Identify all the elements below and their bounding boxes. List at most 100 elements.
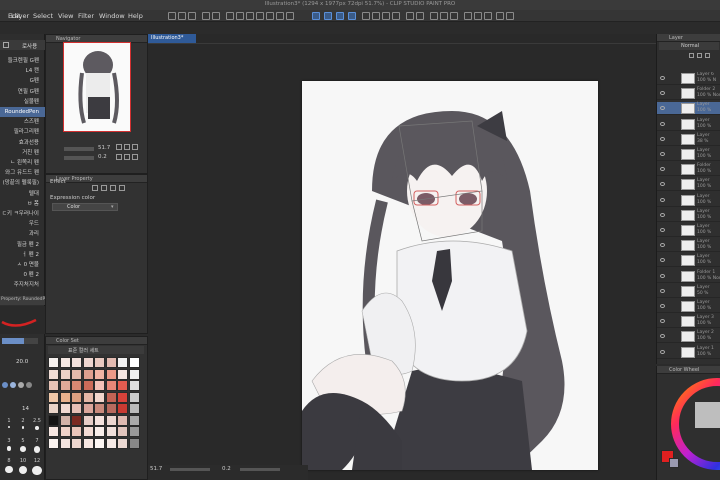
layer-row[interactable]: Layer 6 100 % N [657, 72, 720, 85]
eye-icon[interactable] [660, 182, 665, 187]
eye-icon[interactable] [660, 243, 665, 248]
color-swatch[interactable] [94, 368, 105, 380]
layer-row[interactable]: Layer 50 % [657, 285, 720, 298]
layer-row[interactable]: Layer 1 100 % [657, 346, 720, 359]
effect-icon[interactable] [119, 185, 125, 191]
airbrush-icon[interactable] [382, 12, 390, 20]
layer-row[interactable]: Layer 100 % [657, 300, 720, 313]
color-swatch[interactable] [105, 414, 117, 426]
zoom-in-icon[interactable] [116, 144, 122, 150]
color-swatch[interactable] [117, 357, 128, 368]
rotate-left-icon[interactable] [116, 154, 122, 160]
color-swatch[interactable] [71, 357, 82, 368]
color-swatch[interactable] [48, 426, 59, 437]
settings-icon[interactable] [286, 12, 294, 20]
brush-size-preset[interactable]: 7 [31, 438, 43, 456]
color-swatch[interactable] [105, 380, 117, 391]
clip-icon[interactable] [697, 53, 702, 58]
menu-window[interactable]: Window [99, 12, 125, 20]
save-icon[interactable] [188, 12, 196, 20]
eye-icon[interactable] [660, 76, 665, 80]
dot-icon[interactable] [2, 382, 8, 388]
status-zoom-slider[interactable] [170, 468, 210, 471]
color-swatch[interactable] [117, 437, 128, 449]
color-swatch[interactable] [128, 357, 140, 368]
layer-row[interactable]: Folder 1100 % Normal [657, 270, 720, 283]
menu-select[interactable]: Select [33, 12, 53, 20]
undo-icon[interactable] [202, 12, 210, 20]
color-swatch[interactable] [48, 391, 59, 403]
expression-color-dropdown[interactable]: Color ▾ [52, 203, 118, 211]
layer-row[interactable]: Layer 100 % [657, 194, 720, 207]
color-swatch[interactable] [128, 414, 140, 426]
effect-icon[interactable] [101, 185, 107, 191]
color-swatch[interactable] [105, 357, 117, 368]
rotate-icon[interactable] [450, 12, 458, 20]
eye-icon[interactable] [660, 167, 665, 172]
color-swatch[interactable] [105, 426, 117, 437]
lock-icon[interactable] [689, 53, 694, 58]
zoom-out-icon[interactable] [124, 144, 130, 150]
pen-stabilizer-icon[interactable] [312, 12, 320, 20]
palette-icon[interactable] [506, 12, 514, 20]
eye-icon[interactable] [660, 288, 665, 293]
eye-icon[interactable] [660, 197, 665, 202]
sub-tool-item[interactable]: ㅅ 0 면물 [0, 260, 45, 270]
layer-row[interactable]: Layer 38 % [657, 133, 720, 146]
eye-icon[interactable] [660, 121, 665, 126]
effect-icon[interactable] [92, 185, 98, 191]
sub-tool-item[interactable]: ㅓ 펜 2 [0, 250, 45, 260]
color-swatch[interactable] [71, 368, 82, 380]
color-swatch[interactable] [128, 403, 140, 414]
menu-layer[interactable]: Layer [11, 12, 29, 20]
sub-tool-item[interactable]: 스즈펜 [0, 117, 45, 127]
color-swatch[interactable] [117, 368, 128, 380]
color-swatch[interactable] [59, 357, 71, 368]
eye-icon[interactable] [660, 91, 665, 96]
color-swatch[interactable] [48, 357, 59, 368]
navigator-preview[interactable] [63, 42, 131, 132]
brush-size-preset[interactable]: 8 [3, 458, 15, 476]
eraser-icon[interactable] [372, 12, 380, 20]
pen-group-icon[interactable] [3, 42, 9, 48]
canvas-tab[interactable]: Illustration3* [148, 34, 196, 43]
color-swatch[interactable] [71, 380, 82, 391]
sub-tool-item[interactable]: ㅂ 폼 [0, 199, 45, 209]
brush-size-preset[interactable]: 2 [17, 418, 29, 436]
redo-icon[interactable] [212, 12, 220, 20]
eye-icon[interactable] [660, 273, 665, 278]
sub-tool-item[interactable]: 텔대 [0, 189, 45, 199]
sub-tool-item[interactable]: 와그 유드드 펜 [0, 168, 45, 178]
color-set-tab[interactable]: Color Set [46, 337, 147, 345]
vector-icon[interactable] [324, 12, 332, 20]
sub-color-swatch[interactable] [669, 458, 679, 468]
mirror-icon[interactable] [464, 12, 472, 20]
transform-icon[interactable] [236, 12, 244, 20]
layer-tab[interactable]: Layer [657, 34, 720, 42]
color-swatch[interactable] [94, 437, 105, 449]
sub-tool-item[interactable]: 우드 [0, 219, 45, 229]
zoom-slider[interactable] [64, 147, 94, 151]
new-file-icon[interactable] [168, 12, 176, 20]
clear-icon[interactable] [226, 12, 234, 20]
brush-size-preset[interactable]: 10 [17, 458, 29, 476]
effect-icon[interactable] [110, 185, 116, 191]
zoom-icon[interactable] [484, 12, 492, 20]
menu-filter[interactable]: Filter [78, 12, 94, 20]
sub-tool-item[interactable]: 실물펜 [0, 97, 45, 107]
sub-tool-item[interactable]: 0 펜 2 [0, 270, 45, 280]
color-swatch[interactable] [94, 414, 105, 426]
canvas-artwork[interactable] [302, 81, 598, 470]
color-swatch[interactable] [71, 391, 82, 403]
color-swatch[interactable] [94, 403, 105, 414]
color-swatch[interactable] [117, 414, 128, 426]
color-swatch[interactable] [59, 437, 71, 449]
brush-size-preset[interactable]: 3 [3, 438, 15, 456]
color-swatch[interactable] [71, 437, 82, 449]
eye-icon[interactable] [660, 136, 665, 141]
layer-row[interactable]: Layer 2 100 % [657, 330, 720, 344]
color-swatch[interactable] [105, 403, 117, 414]
grid-icon[interactable] [430, 12, 438, 20]
blend-icon[interactable] [392, 12, 400, 20]
eye-icon[interactable] [660, 319, 665, 324]
